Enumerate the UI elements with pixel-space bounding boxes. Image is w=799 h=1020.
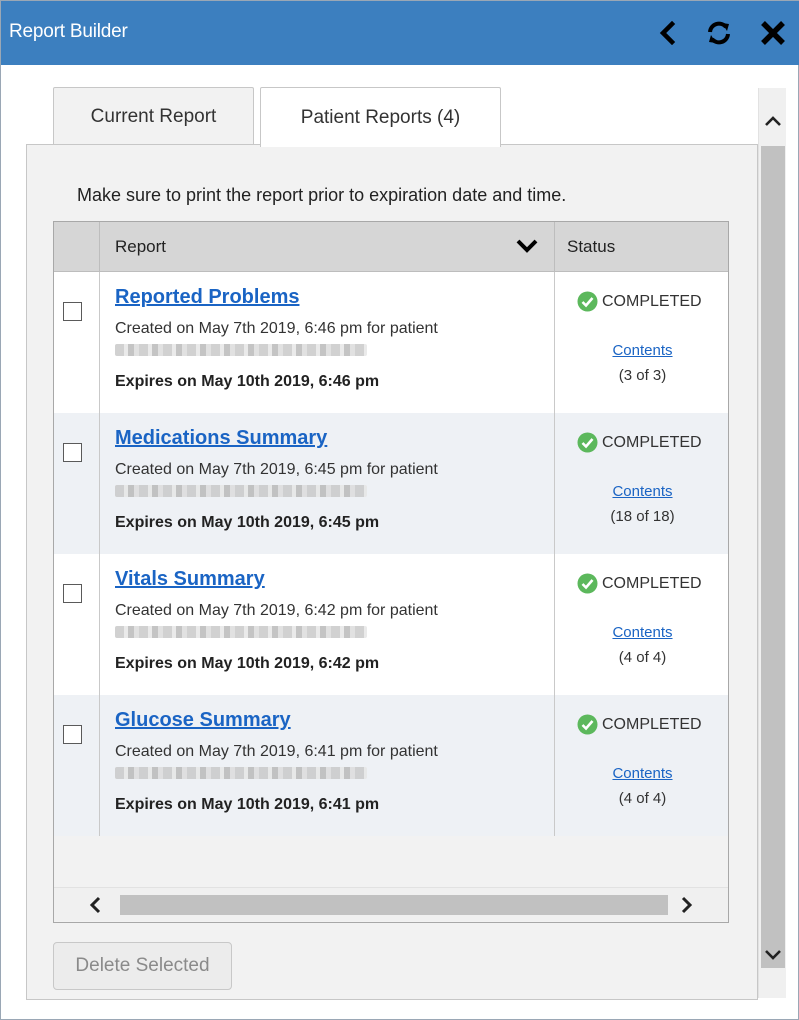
delete-selected-button[interactable]: Delete Selected: [53, 942, 232, 990]
status-badge: COMPLETED: [577, 714, 702, 735]
header-status-label: Status: [567, 237, 616, 256]
tab-patient-reports[interactable]: Patient Reports (4): [260, 87, 501, 147]
header-checkbox-column: [54, 222, 100, 272]
status-text: COMPLETED: [602, 433, 702, 451]
row-report-cell: Vitals Summary Created on May 7th 2019, …: [100, 554, 555, 695]
created-text: Created on May 7th 2019, 6:45 pm for pat…: [115, 461, 438, 478]
row-select-cell: [54, 413, 100, 554]
expires-text: Expires on May 10th 2019, 6:42 pm: [115, 655, 380, 672]
contents-count: (3 of 3): [618, 367, 667, 384]
check-circle-icon: [577, 714, 598, 735]
horizontal-scrollbar[interactable]: [54, 887, 728, 921]
expires-text: Expires on May 10th 2019, 6:41 pm: [115, 796, 380, 813]
close-icon[interactable]: [756, 15, 790, 51]
header-report-label: Report: [115, 237, 167, 256]
contents-count: (4 of 4): [618, 790, 667, 807]
tab-label: Patient Reports (4): [300, 106, 461, 128]
scroll-right-icon[interactable]: [676, 894, 698, 916]
row-select-cell: [54, 554, 100, 695]
scroll-left-icon[interactable]: [84, 894, 106, 916]
tab-current-report[interactable]: Current Report: [53, 87, 254, 145]
check-circle-icon: [577, 573, 598, 594]
contents-link[interactable]: Contents: [555, 483, 728, 500]
patient-reports-panel: Make sure to print the report prior to e…: [26, 144, 758, 1000]
print-notice: Make sure to print the report prior to e…: [77, 185, 567, 205]
table-row: Medications Summary Created on May 7th 2…: [54, 413, 728, 554]
check-circle-icon: [577, 291, 598, 312]
created-text: Created on May 7th 2019, 6:41 pm for pat…: [115, 743, 438, 760]
created-text: Created on May 7th 2019, 6:42 pm for pat…: [115, 602, 438, 619]
contents-link[interactable]: Contents: [555, 624, 728, 641]
report-builder-window: Report Builder Current Report Patient Re…: [0, 0, 799, 1020]
row-checkbox[interactable]: [63, 584, 82, 603]
row-checkbox[interactable]: [63, 302, 82, 321]
row-report-cell: Medications Summary Created on May 7th 2…: [100, 413, 555, 554]
vertical-scrollbar[interactable]: [758, 88, 786, 998]
row-status-cell: COMPLETED Contents (4 of 4): [555, 695, 728, 836]
header-status[interactable]: Status: [555, 222, 728, 272]
chevron-left-icon[interactable]: [651, 15, 685, 51]
table-row: Vitals Summary Created on May 7th 2019, …: [54, 554, 728, 695]
report-title-link[interactable]: Reported Problems: [115, 286, 299, 309]
redacted-patient-name: [115, 767, 367, 779]
row-report-cell: Glucose Summary Created on May 7th 2019,…: [100, 695, 555, 836]
row-select-cell: [54, 272, 100, 413]
row-checkbox[interactable]: [63, 725, 82, 744]
tab-label: Current Report: [90, 105, 217, 127]
contents-count: (18 of 18): [610, 508, 675, 525]
contents-link[interactable]: Contents: [555, 342, 728, 359]
horizontal-scroll-thumb[interactable]: [120, 895, 668, 915]
table-row: Glucose Summary Created on May 7th 2019,…: [54, 695, 728, 836]
report-title-link[interactable]: Vitals Summary: [115, 568, 265, 591]
refresh-icon[interactable]: [702, 15, 736, 51]
status-text: COMPLETED: [602, 574, 702, 592]
header-report[interactable]: Report: [100, 222, 555, 272]
table-row: Reported Problems Created on May 7th 201…: [54, 272, 728, 413]
status-badge: COMPLETED: [577, 291, 702, 312]
contents-count: (4 of 4): [618, 649, 667, 666]
row-status-cell: COMPLETED Contents (4 of 4): [555, 554, 728, 695]
row-status-cell: COMPLETED Contents (18 of 18): [555, 413, 728, 554]
chevron-down-icon[interactable]: [516, 238, 538, 259]
status-text: COMPLETED: [602, 292, 702, 310]
table-header: Report Status: [54, 222, 728, 272]
reports-table: Report Status Reported Problems Created …: [53, 221, 729, 923]
scroll-up-icon[interactable]: [762, 110, 784, 132]
row-status-cell: COMPLETED Contents (3 of 3): [555, 272, 728, 413]
redacted-patient-name: [115, 344, 367, 356]
vertical-scroll-thumb[interactable]: [761, 146, 785, 968]
created-text: Created on May 7th 2019, 6:46 pm for pat…: [115, 320, 438, 337]
row-report-cell: Reported Problems Created on May 7th 201…: [100, 272, 555, 413]
expires-text: Expires on May 10th 2019, 6:46 pm: [115, 373, 380, 390]
expires-text: Expires on May 10th 2019, 6:45 pm: [115, 514, 380, 531]
contents-link[interactable]: Contents: [555, 765, 728, 782]
scroll-down-icon[interactable]: [762, 944, 784, 966]
check-circle-icon: [577, 432, 598, 453]
report-title-link[interactable]: Glucose Summary: [115, 709, 291, 732]
status-text: COMPLETED: [602, 715, 702, 733]
redacted-patient-name: [115, 485, 367, 497]
row-select-cell: [54, 695, 100, 836]
redacted-patient-name: [115, 626, 367, 638]
report-title-link[interactable]: Medications Summary: [115, 427, 327, 450]
window-title: Report Builder: [9, 21, 128, 42]
status-badge: COMPLETED: [577, 432, 702, 453]
title-bar: Report Builder: [1, 1, 799, 65]
row-checkbox[interactable]: [63, 443, 82, 462]
status-badge: COMPLETED: [577, 573, 702, 594]
